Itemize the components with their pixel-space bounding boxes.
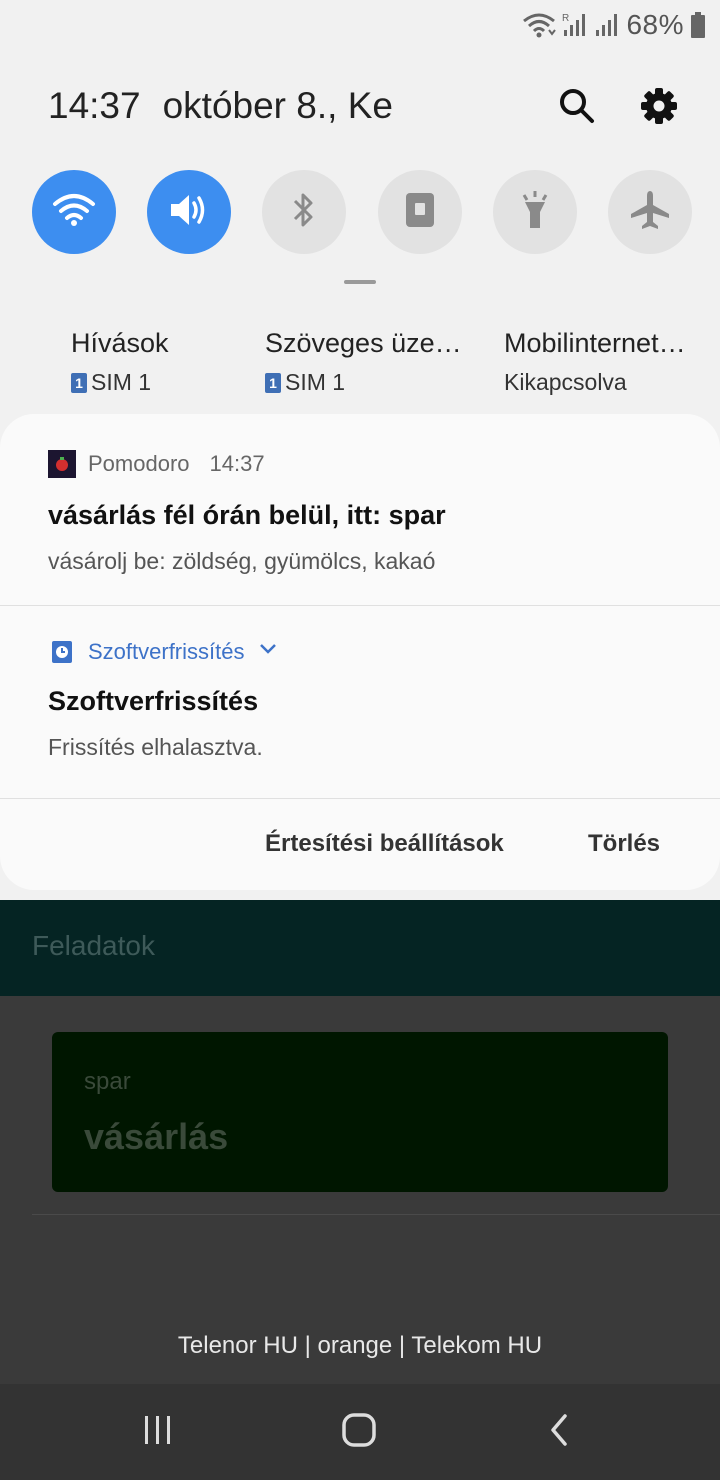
airplane-icon	[628, 188, 672, 237]
search-icon[interactable]	[556, 85, 598, 127]
calls-sim-label: SIM 1	[91, 369, 152, 395]
notification-app-name: Szoftverfrissítés	[88, 639, 245, 664]
signal-roaming-icon: R	[562, 12, 588, 38]
wifi-status-icon	[522, 12, 557, 38]
sim-badge-icon: 1	[265, 372, 281, 393]
navigation-bar	[0, 1384, 720, 1480]
date[interactable]: október 8., Ke	[163, 85, 393, 127]
bluetooth-toggle[interactable]	[262, 170, 347, 254]
gear-icon[interactable]	[638, 85, 680, 127]
home-icon	[341, 1412, 377, 1453]
messages-sim[interactable]: Szöveges üze… 1 SIM 1	[265, 328, 465, 396]
notification-app-name: Pomodoro	[88, 451, 190, 476]
chevron-down-icon[interactable]	[256, 639, 280, 665]
mobile-data-sim[interactable]: Mobilinternet… Kikapcsolva	[504, 328, 704, 396]
calls-sim[interactable]: Hívások 1 SIM 1	[71, 328, 251, 396]
notification-shade: R 68% 14:37 október 8., Ke Hívások 1 SIM…	[0, 0, 720, 900]
back-button[interactable]	[510, 1384, 610, 1480]
flashlight-icon	[518, 190, 552, 235]
clock-icon	[48, 638, 76, 666]
speaker-icon	[167, 190, 211, 235]
drag-handle[interactable]	[344, 280, 376, 284]
clear-button[interactable]: Törlés	[588, 830, 660, 858]
quick-settings	[32, 170, 692, 254]
mobile-data-status: Kikapcsolva	[504, 369, 627, 395]
status-bar: R 68%	[522, 8, 706, 42]
notification-title: vásárlás fél órán belül, itt: spar	[48, 500, 446, 530]
notifications-panel: Pomodoro 14:37 vásárlás fél órán belül, …	[0, 414, 720, 890]
messages-label: Szöveges üze…	[265, 328, 462, 358]
notification-title: Szoftverfrissítés	[48, 686, 259, 716]
recent-apps-icon	[141, 1413, 175, 1452]
divider	[32, 1214, 720, 1215]
notification-text: vásárolj be: zöldség, gyümölcs, kakaó	[48, 548, 436, 574]
mobile-data-label: Mobilinternet…	[504, 328, 686, 358]
app-toolbar: Feladatok	[0, 900, 720, 996]
app-title: Feladatok	[32, 930, 155, 961]
notification-pomodoro[interactable]: Pomodoro 14:37 vásárlás fél órán belül, …	[0, 414, 720, 606]
flashlight-toggle[interactable]	[492, 170, 577, 254]
sim-badge-icon: 1	[71, 372, 87, 393]
sound-toggle[interactable]	[147, 170, 232, 254]
task-title: vásárlás	[84, 1116, 229, 1157]
task-subtitle: spar	[84, 1068, 131, 1095]
notification-settings-button[interactable]: Értesítési beállítások	[265, 830, 504, 858]
calls-label: Hívások	[71, 328, 169, 358]
notification-time: 14:37	[209, 451, 265, 476]
wifi-toggle[interactable]	[32, 170, 116, 254]
tomato-icon	[48, 450, 76, 478]
svg-text:R: R	[562, 13, 569, 24]
battery-icon	[690, 11, 706, 39]
carrier-label: Telenor HU | orange | Telekom HU	[177, 1332, 543, 1359]
sim-info-row: Hívások 1 SIM 1 Szöveges üze… 1 SIM 1 Mo…	[0, 328, 720, 398]
recent-apps-button[interactable]	[108, 1384, 208, 1480]
battery-percentage: 68%	[626, 9, 684, 40]
clock: 14:37	[48, 85, 141, 126]
bluetooth-icon	[289, 190, 319, 235]
wifi-icon	[52, 192, 96, 233]
notification-software-update[interactable]: Szoftverfrissítés Szoftverfrissítés Fris…	[0, 606, 720, 799]
airplane-mode-toggle[interactable]	[607, 170, 692, 254]
notification-text: Frissítés elhalasztva.	[48, 734, 263, 760]
lock-icon	[404, 191, 436, 234]
home-button[interactable]	[309, 1384, 409, 1480]
signal-icon	[594, 12, 620, 38]
messages-sim-label: SIM 1	[285, 369, 346, 395]
back-icon	[545, 1413, 575, 1452]
shade-header: 14:37 október 8., Ke	[48, 82, 680, 130]
task-card[interactable]: spar vásárlás	[52, 1032, 668, 1192]
rotation-lock-toggle[interactable]	[377, 170, 462, 254]
notification-actions: Értesítési beállítások Törlés	[0, 800, 720, 890]
